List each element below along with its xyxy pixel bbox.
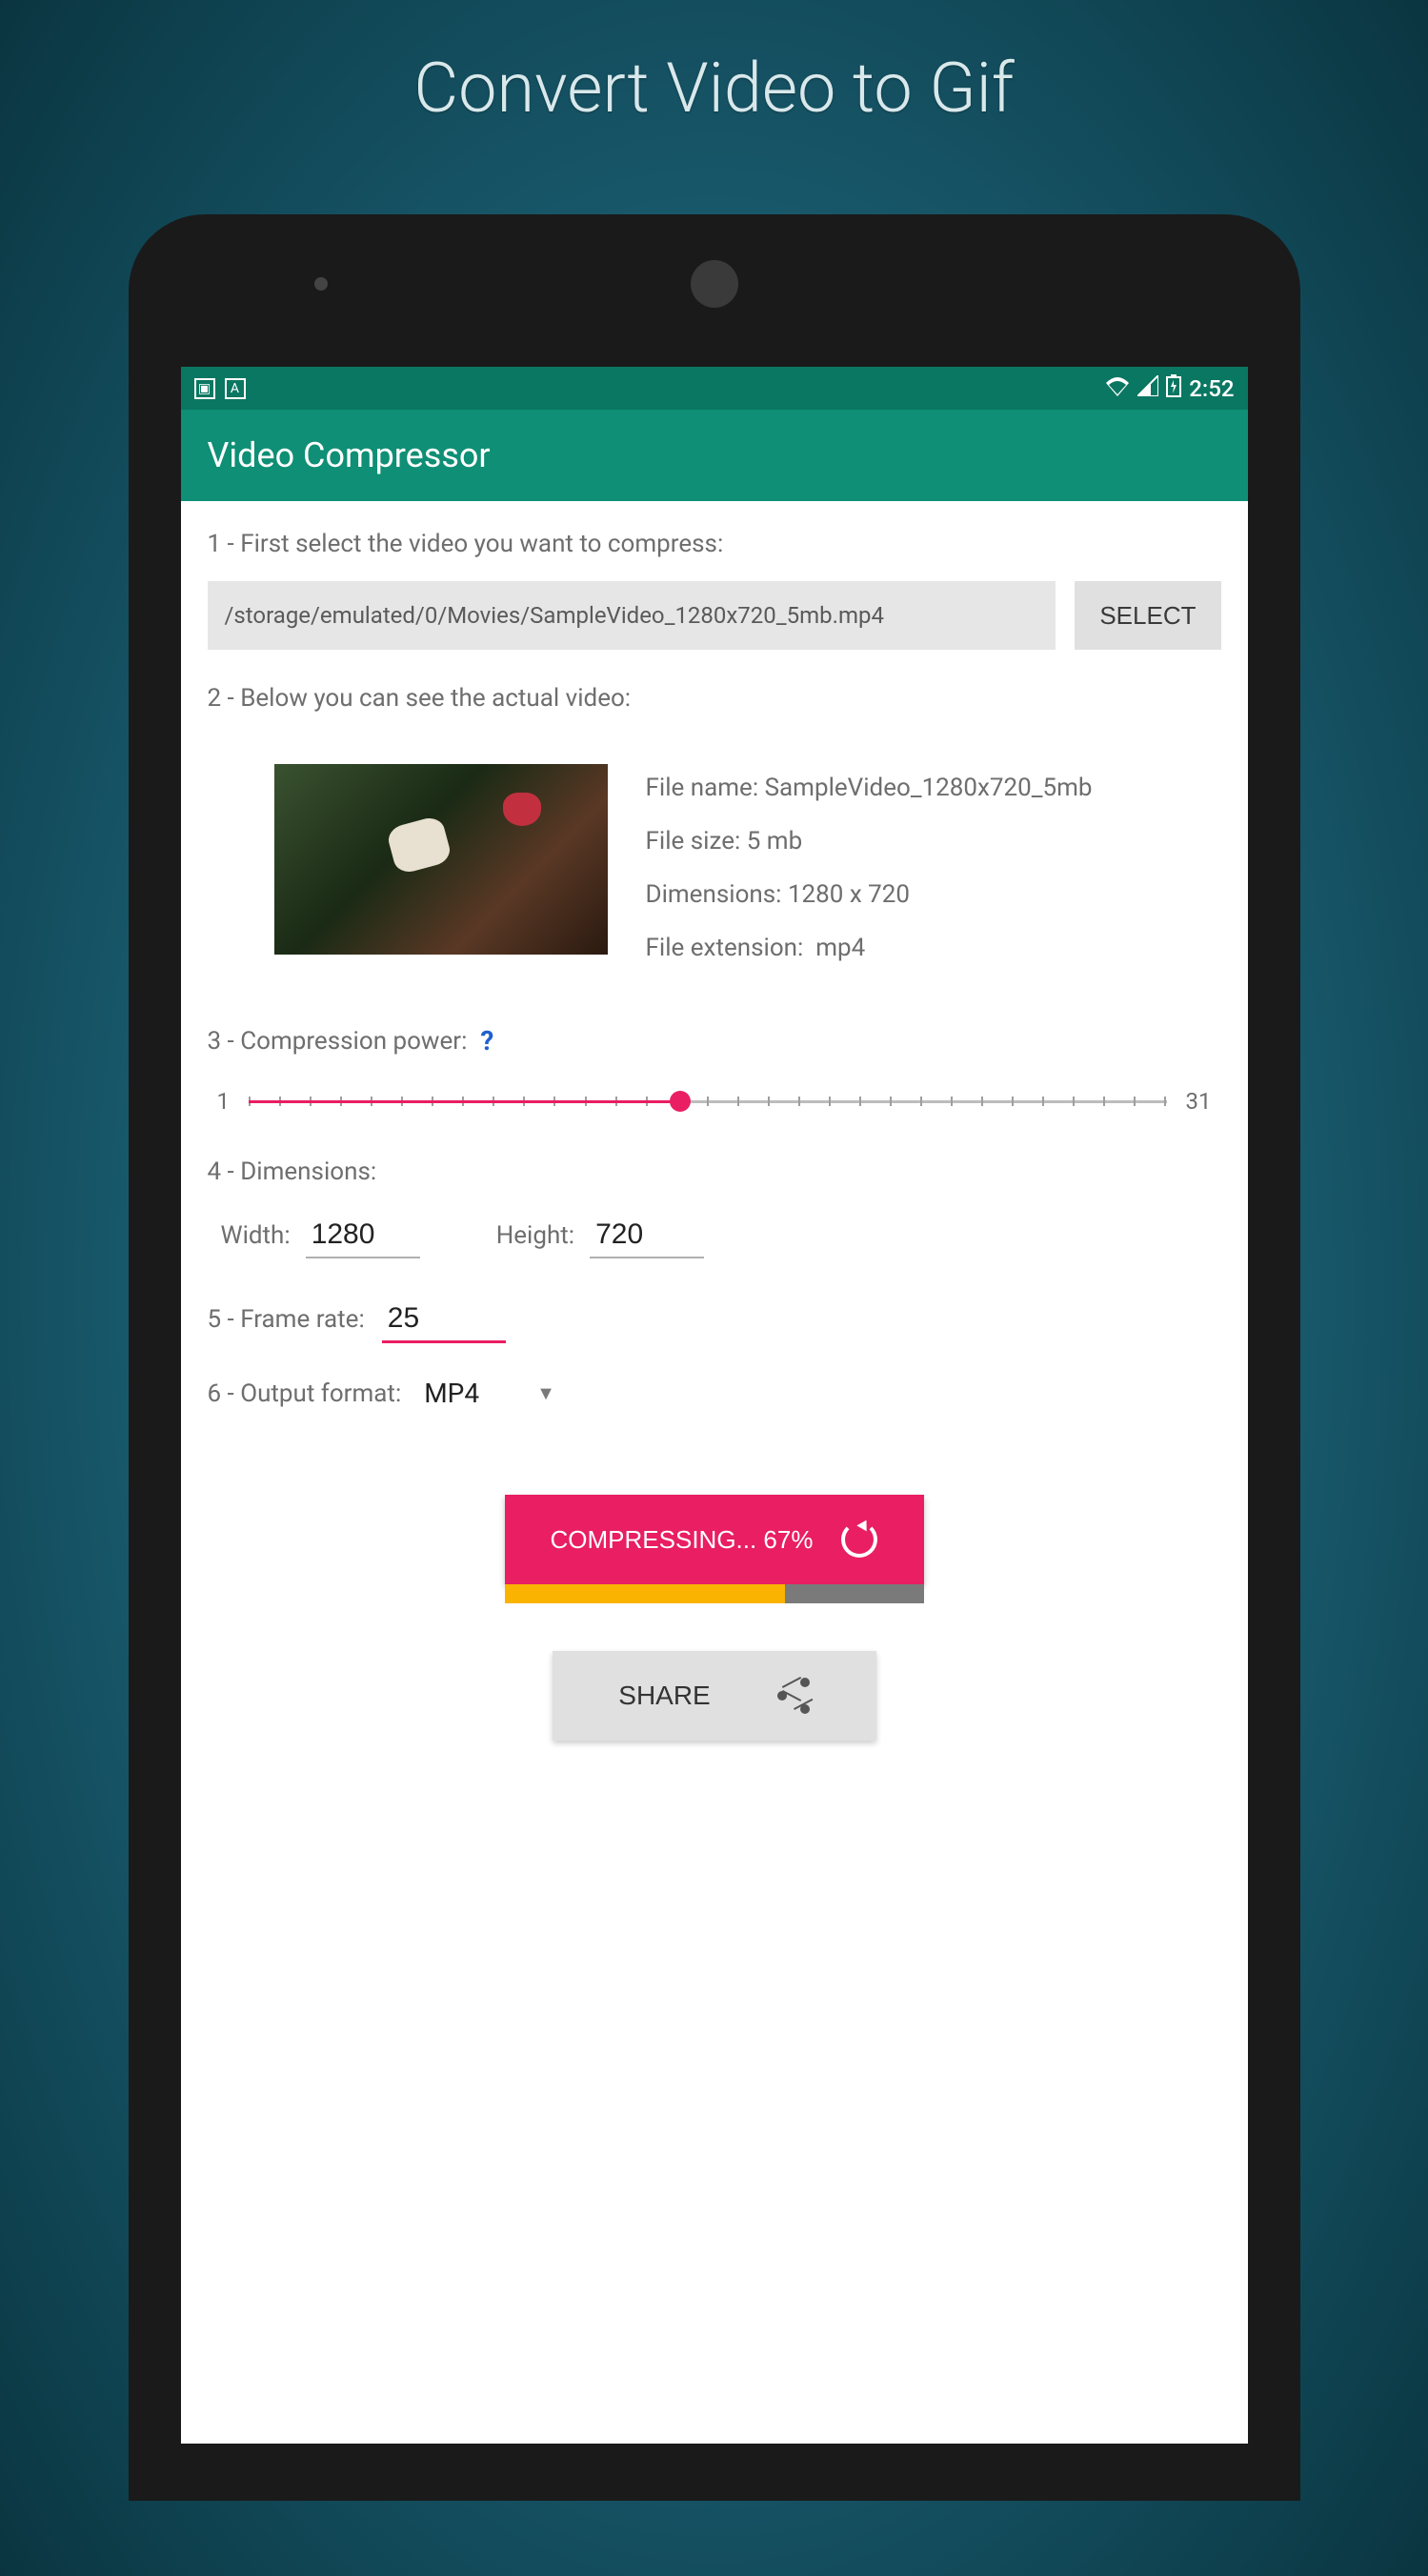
output-format-value: MP4 (424, 1378, 479, 1409)
status-time: 2:52 (1189, 375, 1234, 402)
share-icon (777, 1678, 810, 1714)
status-bar: ▣ A 2:52 (181, 367, 1248, 410)
dimensions-label: Dimensions: (646, 880, 782, 909)
output-format-dropdown[interactable]: MP4 ▼ (424, 1378, 555, 1409)
spinner-icon (841, 1521, 877, 1558)
select-button[interactable]: SELECT (1075, 581, 1220, 650)
screen: ▣ A 2:52 Video Compressor 1 - First sele… (181, 367, 1248, 2444)
file-size-label: File size: (646, 827, 741, 855)
step4-label: 4 - Dimensions: (208, 1157, 1221, 1186)
step5-label: 5 - Frame rate: (208, 1305, 365, 1334)
app-title: Video Compressor (208, 435, 491, 475)
frame-rate-input[interactable] (382, 1298, 506, 1343)
signal-icon (1137, 375, 1158, 402)
image-icon: ▣ (194, 378, 215, 399)
file-size-value: 5 mb (747, 827, 802, 855)
slider-min: 1 (217, 1088, 231, 1115)
share-button[interactable]: SHARE (553, 1651, 876, 1741)
dimensions-value: 1280 x 720 (788, 880, 910, 909)
video-thumbnail (274, 764, 608, 955)
progress-bar (505, 1584, 924, 1603)
share-label: SHARE (618, 1680, 710, 1711)
step2-label: 2 - Below you can see the actual video: (208, 684, 1221, 713)
compress-label: COMPRESSING... 67% (551, 1525, 814, 1555)
app-icon: A (225, 378, 246, 399)
phone-speaker (691, 260, 738, 308)
wifi-icon (1105, 375, 1130, 402)
slider-max: 31 (1186, 1088, 1212, 1115)
file-name-label: File name: (646, 774, 759, 802)
ext-label: File extension: (646, 934, 804, 962)
phone-led (314, 277, 328, 291)
width-input[interactable] (306, 1215, 420, 1258)
phone-frame: ▣ A 2:52 Video Compressor 1 - First sele… (129, 214, 1300, 2501)
compress-button[interactable]: COMPRESSING... 67% (505, 1495, 924, 1584)
chevron-down-icon: ▼ (536, 1381, 555, 1405)
file-name-value: SampleVideo_1280x720_5mb (765, 774, 1093, 802)
step1-label: 1 - First select the video you want to c… (208, 530, 1221, 558)
step6-label: 6 - Output format: (208, 1379, 402, 1408)
file-path-display: /storage/emulated/0/Movies/SampleVideo_1… (208, 581, 1056, 650)
help-icon[interactable]: ? (480, 1025, 493, 1057)
app-bar: Video Compressor (181, 410, 1248, 501)
video-meta: File name: SampleVideo_1280x720_5mb File… (646, 764, 1093, 962)
page-title: Convert Video to Gif (413, 48, 1014, 129)
compression-slider[interactable] (249, 1087, 1167, 1116)
content: 1 - First select the video you want to c… (181, 501, 1248, 2444)
height-label: Height: (496, 1221, 574, 1250)
battery-icon (1166, 374, 1181, 403)
ext-value: mp4 (815, 934, 865, 962)
step3-label: 3 - Compression power: (208, 1027, 468, 1056)
height-input[interactable] (590, 1215, 704, 1258)
width-label: Width: (221, 1221, 291, 1250)
